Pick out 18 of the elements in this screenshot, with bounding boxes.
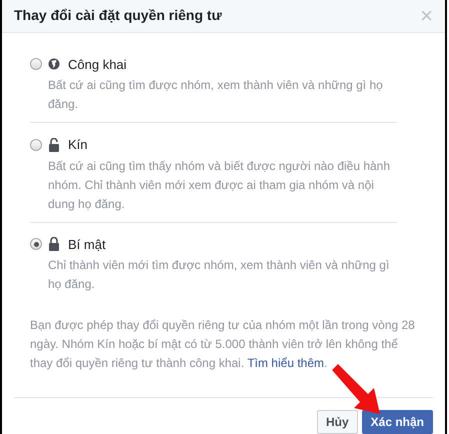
learn-more-link[interactable]: Tìm hiểu thêm xyxy=(247,356,324,370)
cancel-button[interactable]: Hủy xyxy=(316,410,358,434)
arrow-annotation xyxy=(330,364,382,414)
option-description: Bất cứ ai cũng tìm thấy nhóm và biết được người nào điều hành nhóm. Chỉ thành viên mới xem được ai tham gia nhóm và nội dung họ đăng. xyxy=(47,158,392,212)
confirm-button[interactable]: Xác nhận xyxy=(362,410,433,434)
globe-icon xyxy=(48,58,60,70)
option-label: Công khai xyxy=(68,56,127,74)
radio-button[interactable] xyxy=(30,138,42,151)
radio-button[interactable] xyxy=(30,58,42,70)
notice-text: Bạn được phép thay đổi quyền riêng tư của nhóm một lần trong vòng 28 ngày. Nhóm Kín hoặc bí mật có từ 5.000 thành viên trở lên không thể thay đổi quyền riêng tư thành công khai. Tìm hiểu thêm. xyxy=(30,317,416,372)
option-description: Bất cứ ai cũng tìm được nhóm, xem thành viên và những gì họ đăng. xyxy=(47,77,384,113)
dialog-title: Thay đổi cài đặt quyền riêng tư xyxy=(14,6,222,26)
option-label: Kín xyxy=(68,136,88,154)
padlock-icon xyxy=(48,237,60,252)
unlocked-padlock-icon xyxy=(48,138,60,152)
radio-button[interactable] xyxy=(30,238,42,250)
option-description: Chỉ thành viên mới tìm được nhóm, xem thành viên và những gì họ đăng. xyxy=(47,257,390,293)
option-label: Bí mật xyxy=(68,236,106,254)
